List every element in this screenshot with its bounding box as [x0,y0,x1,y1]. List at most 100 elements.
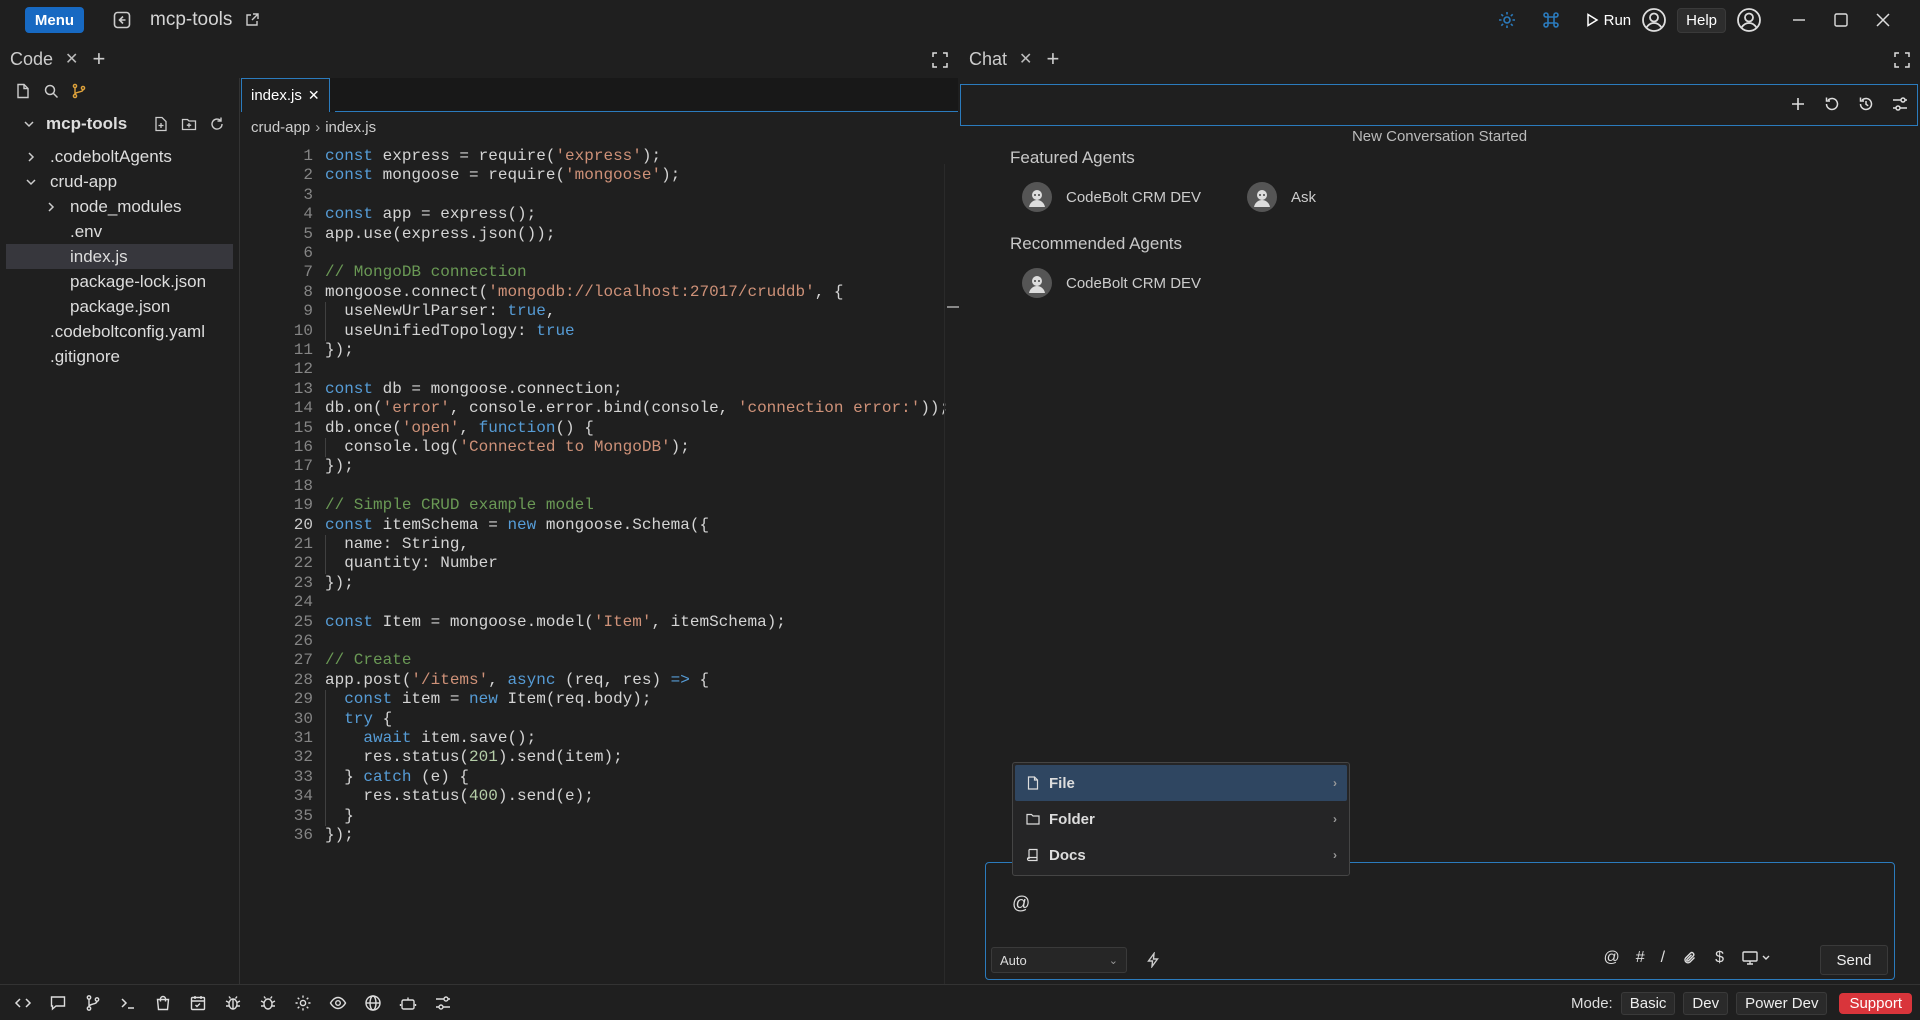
add-tab-icon[interactable]: + [92,48,105,70]
mode-power-dev-button[interactable]: Power Dev [1736,992,1828,1015]
code-line[interactable]: const item = new Item(req.body); [325,690,651,708]
code-line[interactable]: useNewUrlParser: true, [325,302,555,320]
fullscreen-icon[interactable] [930,50,950,70]
code-line[interactable]: } [325,807,354,825]
code-line[interactable]: db.once('open', function() { [325,419,594,437]
fullscreen-icon[interactable] [1892,50,1912,70]
new-file-icon[interactable] [152,116,169,133]
slash-command-button[interactable]: / [1661,949,1665,967]
code-line[interactable]: useUnifiedTopology: true [325,322,574,340]
code-line[interactable]: app.use(express.json()); [325,225,555,243]
code-line[interactable]: res.status(201).send(item); [325,748,622,766]
open-external-icon[interactable] [244,12,260,28]
source-control-icon[interactable] [70,82,88,100]
user-account-icon[interactable] [1641,7,1667,33]
tab-chat[interactable]: Chat ✕ [959,40,1032,78]
profile-icon[interactable] [1736,7,1762,33]
git-branch-icon[interactable] [82,992,104,1014]
tab-code[interactable]: Code ✕ [0,40,78,78]
editor-tab-index-js[interactable]: index.js ✕ [241,78,330,112]
monitor-icon[interactable] [1740,949,1774,967]
code-line[interactable]: }); [325,826,354,844]
hash-button[interactable]: # [1636,949,1645,967]
history-icon[interactable] [1855,93,1877,115]
code-line[interactable]: } catch (e) { [325,768,469,786]
code-line[interactable]: const itemSchema = new mongoose.Schema({ [325,516,709,534]
close-window-icon[interactable] [1872,9,1894,31]
explorer-root[interactable]: mcp-tools [0,104,239,144]
settings-icon[interactable] [292,992,314,1014]
send-button[interactable]: Send [1820,945,1888,975]
context-menu-folder[interactable]: Folder › [1015,801,1347,837]
code-line[interactable]: name: String, [325,535,469,553]
code-line[interactable]: db.on('error', console.error.bind(consol… [325,399,949,417]
debug-icon[interactable] [257,992,279,1014]
refresh-icon[interactable] [208,116,225,133]
close-tab-icon[interactable]: ✕ [65,49,78,69]
breadcrumb-item[interactable]: index.js [325,119,376,136]
editor-scrollbar[interactable] [944,164,961,984]
code-line[interactable]: res.status(400).send(e); [325,787,593,805]
command-icon[interactable] [1539,8,1563,32]
chat-input-box[interactable]: @ Auto ⌄ @ # / $ Send [985,862,1895,980]
code-line[interactable]: const db = mongoose.connection; [325,380,623,398]
mode-basic-button[interactable]: Basic [1620,992,1676,1015]
tree-item-codebolt-agents[interactable]: .codeboltAgents [0,144,239,169]
back-icon[interactable] [112,10,132,30]
close-tab-icon[interactable]: ✕ [308,87,320,104]
code-line[interactable]: // Create [325,651,411,669]
code-line[interactable]: console.log('Connected to MongoDB'); [325,438,690,456]
tree-item-codeboltconfig-yaml[interactable]: .codeboltconfig.yaml [0,319,239,344]
reset-icon[interactable] [1821,93,1843,115]
tree-item-gitignore[interactable]: .gitignore [0,344,239,369]
filter-settings-icon[interactable] [1889,93,1911,115]
tree-item-crud-app[interactable]: crud-app [0,169,239,194]
bug-icon[interactable] [222,992,244,1014]
code-line[interactable]: // Simple CRUD example model [325,496,594,514]
menu-button[interactable]: Menu [25,7,84,33]
tree-item-env[interactable]: .env [0,219,239,244]
code-line[interactable]: quantity: Number [325,554,498,572]
new-folder-icon[interactable] [180,116,197,133]
lightning-icon[interactable] [1144,951,1162,969]
close-tab-icon[interactable]: ✕ [1019,49,1032,69]
eye-icon[interactable] [327,992,349,1014]
new-chat-icon[interactable] [1787,93,1809,115]
code-area[interactable]: 1 const express = require('express'); 2 con… [241,142,958,984]
code-line[interactable]: // MongoDB connection [325,263,527,281]
add-tab-icon[interactable]: + [1046,48,1059,70]
code-line[interactable]: }); [325,341,354,359]
globe-icon[interactable] [362,992,384,1014]
mention-button[interactable]: @ [1603,949,1619,967]
agent-codebolt-crm-dev[interactable]: CodeBolt CRM DEV [1022,182,1201,212]
code-icon[interactable] [12,992,34,1014]
code-line[interactable]: try { [325,710,392,728]
mode-dev-button[interactable]: Dev [1683,992,1729,1015]
code-line[interactable]: await item.save(); [325,729,536,747]
agent-codebolt-crm-dev-recommended[interactable]: CodeBolt CRM DEV [1022,268,1201,298]
breadcrumb-item[interactable]: crud-app [251,119,310,136]
tree-item-node-modules[interactable]: node_modules [0,194,239,219]
tree-item-package-json[interactable]: package.json [0,294,239,319]
dollar-button[interactable]: $ [1715,949,1724,967]
maximize-icon[interactable] [1830,9,1852,31]
code-line[interactable]: const app = express(); [325,205,536,223]
calendar-icon[interactable] [187,992,209,1014]
code-line[interactable]: const mongoose = require('mongoose'); [325,166,680,184]
code-line[interactable]: mongoose.connect('mongodb://localhost:27… [325,283,844,301]
help-button[interactable]: Help [1677,7,1726,33]
agent-ask[interactable]: Ask [1247,182,1316,212]
files-icon[interactable] [14,82,32,100]
code-line[interactable]: }); [325,457,354,475]
code-line[interactable]: const Item = mongoose.model('Item', item… [325,613,786,631]
search-icon[interactable] [42,82,60,100]
robot-icon[interactable] [397,992,419,1014]
run-button[interactable]: Run [1583,11,1631,29]
settings-gear-icon[interactable] [1495,8,1519,32]
model-select[interactable]: Auto ⌄ [991,947,1127,973]
support-button[interactable]: Support [1839,993,1912,1014]
chat-input[interactable]: @ [1012,893,1030,914]
chat-icon[interactable] [47,992,69,1014]
minimize-icon[interactable] [1788,9,1810,31]
tree-item-package-lock-json[interactable]: package-lock.json [0,269,239,294]
